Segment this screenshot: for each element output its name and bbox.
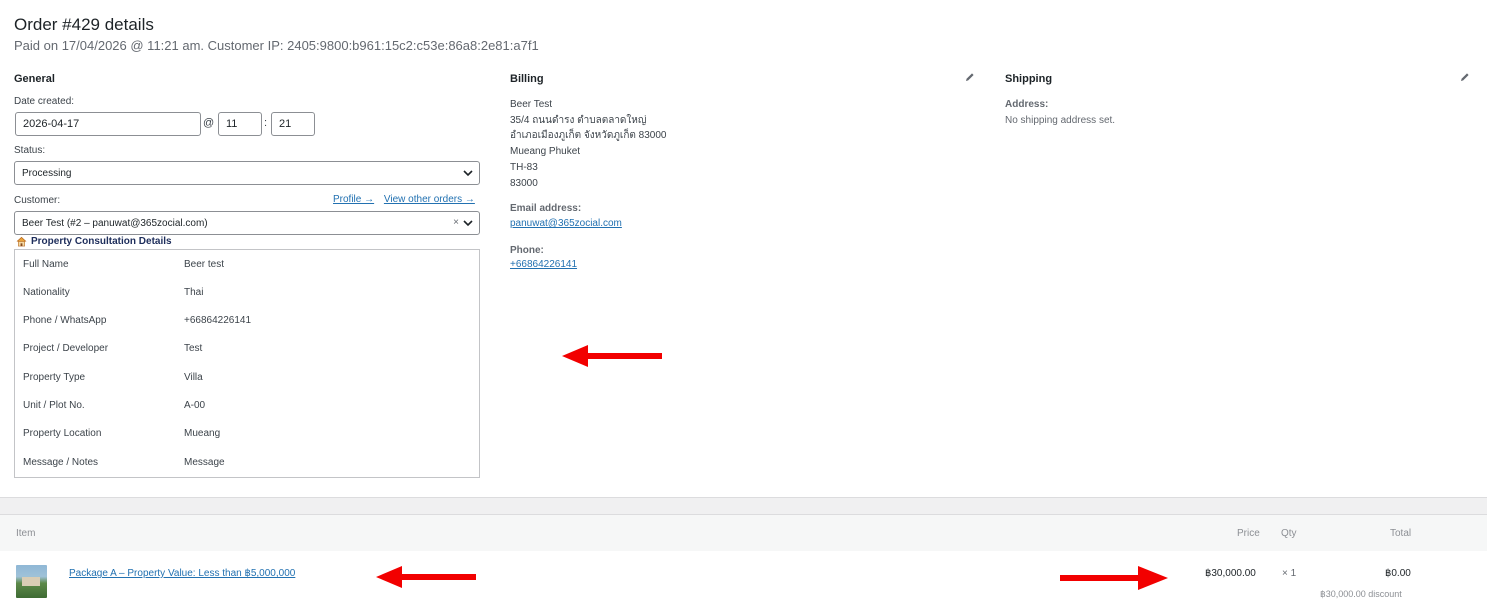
chevron-down-icon bbox=[463, 220, 473, 227]
row-value: Villa bbox=[184, 372, 203, 383]
status-select[interactable]: Processing bbox=[14, 161, 480, 185]
annotation-arrow-left-icon bbox=[562, 345, 662, 367]
edit-billing-icon[interactable] bbox=[965, 72, 975, 82]
clear-customer-icon[interactable]: × bbox=[453, 217, 459, 228]
annotation-arrow-left-icon bbox=[376, 566, 476, 588]
hour-input[interactable]: 11 bbox=[218, 112, 262, 136]
header-item: Item bbox=[16, 528, 36, 539]
at-separator: @ bbox=[203, 117, 215, 129]
row-value: A-00 bbox=[184, 400, 206, 411]
minute-input[interactable]: 21 bbox=[271, 112, 315, 136]
address-line: Beer Test bbox=[510, 99, 553, 110]
view-other-orders-link[interactable]: View other orders → bbox=[384, 194, 475, 205]
row-key: Nationality bbox=[23, 287, 70, 298]
order-meta: Paid on 17/04/2026 @ 11:21 am. Customer … bbox=[14, 38, 539, 53]
shipping-address-value: No shipping address set. bbox=[1005, 115, 1116, 126]
chevron-down-icon bbox=[463, 170, 473, 177]
edit-shipping-icon[interactable] bbox=[1460, 72, 1470, 82]
row-key: Property Location bbox=[23, 428, 102, 439]
house-icon bbox=[16, 236, 27, 247]
customer-value: Beer Test (#2 – panuwat@365zocial.com) bbox=[22, 218, 208, 229]
shipping-heading: Shipping bbox=[1005, 73, 1053, 85]
address-line: Mueang Phuket bbox=[510, 146, 581, 158]
status-label: Status: bbox=[14, 145, 46, 156]
customer-links: Profile → View other orders → bbox=[326, 194, 475, 205]
header-qty: Qty bbox=[1281, 528, 1297, 539]
row-key: Unit / Plot No. bbox=[23, 400, 85, 411]
consultation-heading: Property Consultation Details bbox=[16, 236, 172, 247]
address-line: 83000 bbox=[510, 177, 538, 189]
profile-link[interactable]: Profile → bbox=[333, 194, 374, 205]
consultation-table: Full Name Beer test Nationality Thai Phone… bbox=[14, 249, 480, 478]
product-link[interactable]: Package A – Property Value: Less than ฿5… bbox=[69, 568, 295, 579]
consultation-title: Property Consultation Details bbox=[31, 236, 172, 247]
address-line: 35/4 ถนนดำรง ตำบลตลาดใหญ่ bbox=[510, 114, 647, 126]
item-total: ฿0.00 bbox=[1385, 568, 1411, 579]
general-heading: General bbox=[14, 73, 55, 85]
item-price: ฿30,000.00 bbox=[1205, 568, 1256, 579]
status-value: Processing bbox=[22, 168, 72, 179]
annotation-arrow-right-icon bbox=[1060, 566, 1168, 590]
date-created-label: Date created: bbox=[14, 96, 75, 107]
product-thumbnail[interactable] bbox=[16, 565, 47, 598]
row-key: Full Name bbox=[23, 259, 69, 270]
items-header: Item Price Qty Total bbox=[0, 515, 1487, 551]
row-value: Thai bbox=[184, 287, 204, 298]
order-title: Order #429 details bbox=[14, 15, 154, 34]
row-value: Test bbox=[184, 343, 203, 354]
address-line: อำเภอเมืองภูเก็ต จังหวัดภูเก็ต 83000 bbox=[510, 130, 667, 142]
billing-address: Beer Test 35/4 ถนนดำรง ตำบลตลาดใหญ่ อำเภ… bbox=[510, 97, 666, 191]
row-value: Message bbox=[184, 457, 225, 468]
email-link[interactable]: panuwat@365zocial.com bbox=[510, 218, 622, 229]
customer-select[interactable]: Beer Test (#2 – panuwat@365zocial.com) × bbox=[14, 211, 480, 235]
shipping-address-label: Address: bbox=[1005, 99, 1049, 110]
row-value: +66864226141 bbox=[184, 315, 252, 326]
phone-link[interactable]: +66864226141 bbox=[510, 259, 577, 270]
item-discount: ฿30,000.00 discount bbox=[1320, 589, 1402, 599]
row-key: Project / Developer bbox=[23, 343, 109, 354]
row-key: Phone / WhatsApp bbox=[23, 315, 107, 326]
customer-label: Customer: bbox=[14, 195, 61, 206]
colon-separator: : bbox=[264, 117, 268, 129]
phone-label: Phone: bbox=[510, 245, 544, 256]
row-key: Message / Notes bbox=[23, 457, 99, 468]
row-value: Mueang bbox=[184, 428, 221, 439]
billing-heading: Billing bbox=[510, 73, 544, 85]
header-price: Price bbox=[1237, 528, 1260, 539]
date-created-input[interactable]: 2026-04-17 bbox=[15, 112, 201, 136]
section-divider bbox=[0, 497, 1487, 515]
row-value: Beer test bbox=[184, 259, 225, 270]
header-total: Total bbox=[1390, 528, 1412, 539]
email-label: Email address: bbox=[510, 203, 582, 214]
address-line: TH-83 bbox=[510, 161, 538, 173]
row-key: Property Type bbox=[23, 372, 86, 383]
item-qty: × 1 bbox=[1282, 568, 1297, 579]
